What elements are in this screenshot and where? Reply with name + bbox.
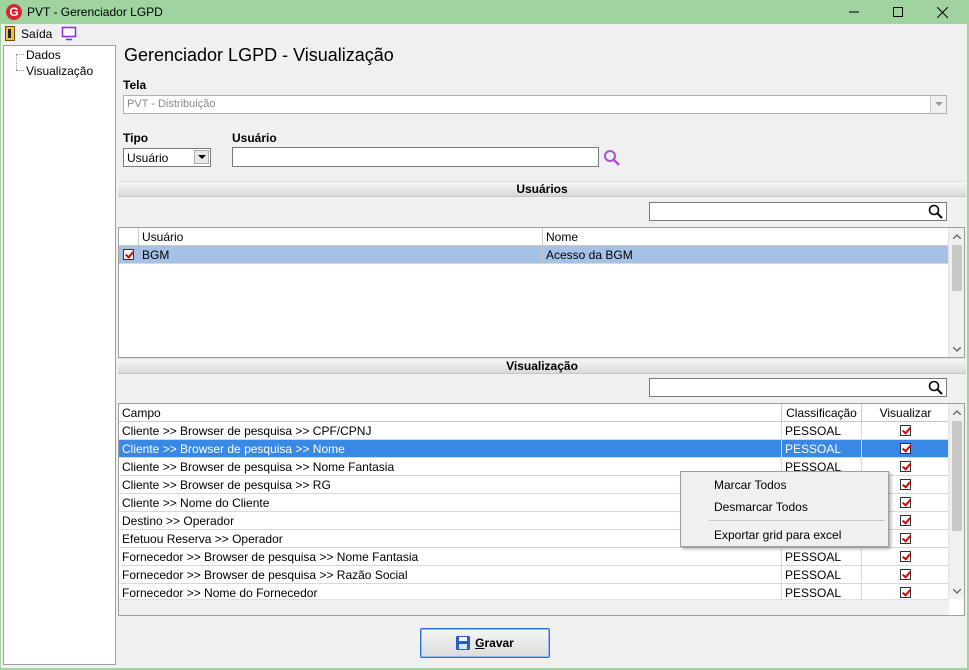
minimize-icon [848,11,859,13]
scroll-thumb[interactable] [952,421,962,531]
save-button[interactable]: Gravar [420,628,550,658]
tela-select-value: PVT - Distribuição [127,98,216,110]
tree-connector [16,54,17,70]
header-campo[interactable]: Campo [119,404,782,422]
grid-header: Campo Classificação Visualizar [119,404,949,422]
floppy-disk-icon [456,636,471,650]
menu-item-exportar-excel[interactable]: Exportar grid para excel [714,528,841,542]
toolbar: Saída [1,24,967,44]
cell-campo: Fornecedor >> Browser de pesquisa >> Nom… [119,548,782,566]
search-icon[interactable] [928,204,943,219]
usuarios-section-header: Usuários [118,181,966,197]
visualizar-checkbox[interactable] [900,515,911,526]
exit-button[interactable]: Saída [21,27,52,41]
header-visualizar[interactable]: Visualizar [862,404,949,422]
close-button[interactable] [920,0,965,24]
cell-classificacao: PESSOAL [782,422,862,440]
visualizar-checkbox[interactable] [900,551,911,562]
tree-item-visualizacao[interactable]: Visualização [26,64,93,78]
cell-usuario: BGM [139,246,543,264]
menu-item-desmarcar-todos[interactable]: Desmarcar Todos [714,500,808,514]
table-row[interactable]: Fornecedor >> Browser de pesquisa >> Raz… [119,566,948,584]
app-window: G PVT - Gerenciador LGPD Saída Dados Vis… [0,0,969,670]
scroll-thumb[interactable] [952,245,962,291]
visualizar-checkbox[interactable] [900,569,911,580]
maximize-button[interactable] [875,0,920,24]
exit-door-icon[interactable] [5,26,15,41]
close-icon [937,6,948,18]
tree-item-dados[interactable]: Dados [26,48,61,62]
table-row[interactable]: Cliente >> Browser de pesquisa >> CPF/CP… [119,422,948,440]
cell-classificacao: PESSOAL [782,548,862,566]
header-checkbox-col [119,228,139,246]
minimize-button[interactable] [831,0,876,24]
navigation-tree: Dados Visualização [3,45,116,665]
visualizar-checkbox[interactable] [900,479,911,490]
usuario-input[interactable] [232,147,599,167]
context-menu: Marcar Todos Desmarcar Todos Exportar gr… [680,471,889,547]
cell-nome: Acesso da BGM [546,248,633,262]
visualizacao-filter-input[interactable] [649,378,947,397]
title-bar[interactable]: G PVT - Gerenciador LGPD [0,0,969,24]
cell-visualizar [862,440,948,458]
page-title: Gerenciador LGPD - Visualização [124,45,394,65]
vertical-scrollbar[interactable] [948,228,964,357]
table-row[interactable]: Fornecedor >> Browser de pesquisa >> Nom… [119,548,948,566]
scroll-up-icon[interactable] [949,404,964,420]
tree-connector [16,70,24,71]
app-logo-icon: G [6,4,22,20]
visualizar-checkbox[interactable] [900,587,911,598]
header-classificacao[interactable]: Classificação [782,404,862,422]
cell-campo: Fornecedor >> Browser de pesquisa >> Raz… [119,566,782,584]
cell-visualizar [862,422,948,440]
scroll-down-icon[interactable] [949,583,964,599]
header-nome[interactable]: Nome [543,228,949,246]
window-title: PVT - Gerenciador LGPD [27,5,163,19]
visualizar-checkbox[interactable] [900,533,911,544]
header-usuario[interactable]: Usuário [139,228,543,246]
cell-classificacao: PESSOAL [782,566,862,584]
grid-header: Usuário Nome [119,228,949,246]
maximize-icon [892,7,903,17]
tipo-label: Tipo [123,131,149,145]
visualizar-checkbox[interactable] [900,461,911,472]
save-button-label: Gravar [475,636,514,650]
tipo-select-value: Usuário [127,151,169,165]
cell-classificacao: PESSOAL [782,440,862,458]
usuarios-grid: Usuário Nome BGM Acesso da BGM [118,227,965,358]
chevron-down-icon[interactable] [930,96,946,113]
usuario-label: Usuário [232,131,277,145]
horizontal-scrollbar[interactable] [119,599,949,615]
tree-connector [16,54,24,55]
usuarios-filter-input[interactable] [649,202,947,221]
cell-campo: Cliente >> Browser de pesquisa >> Nome [119,440,782,458]
search-icon[interactable] [928,380,943,395]
menu-separator [709,520,885,521]
table-row[interactable]: BGM Acesso da BGM [119,246,948,264]
vertical-scrollbar[interactable] [948,404,964,599]
visualizar-checkbox[interactable] [900,497,911,508]
visualizacao-section-header: Visualização [118,358,966,374]
visualizar-checkbox[interactable] [900,425,911,436]
cell-visualizar [862,548,948,566]
table-row[interactable]: Cliente >> Browser de pesquisa >> Nome PE… [119,440,948,458]
search-icon[interactable] [603,149,621,167]
cell-campo: Cliente >> Browser de pesquisa >> CPF/CP… [119,422,782,440]
visualizar-checkbox[interactable] [900,443,911,454]
monitor-icon[interactable] [61,26,77,41]
tela-label: Tela [123,78,147,92]
tipo-select[interactable]: Usuário [123,148,211,167]
client-area: Saída Dados Visualização Gerenciador LGP… [1,24,967,668]
scroll-down-icon[interactable] [949,341,964,357]
chevron-down-icon[interactable] [194,150,209,164]
row-checkbox[interactable] [123,249,134,260]
menu-item-marcar-todos[interactable]: Marcar Todos [714,478,786,492]
scroll-up-icon[interactable] [949,228,964,244]
tela-select[interactable]: PVT - Distribuição [123,95,947,114]
cell-visualizar [862,566,948,584]
